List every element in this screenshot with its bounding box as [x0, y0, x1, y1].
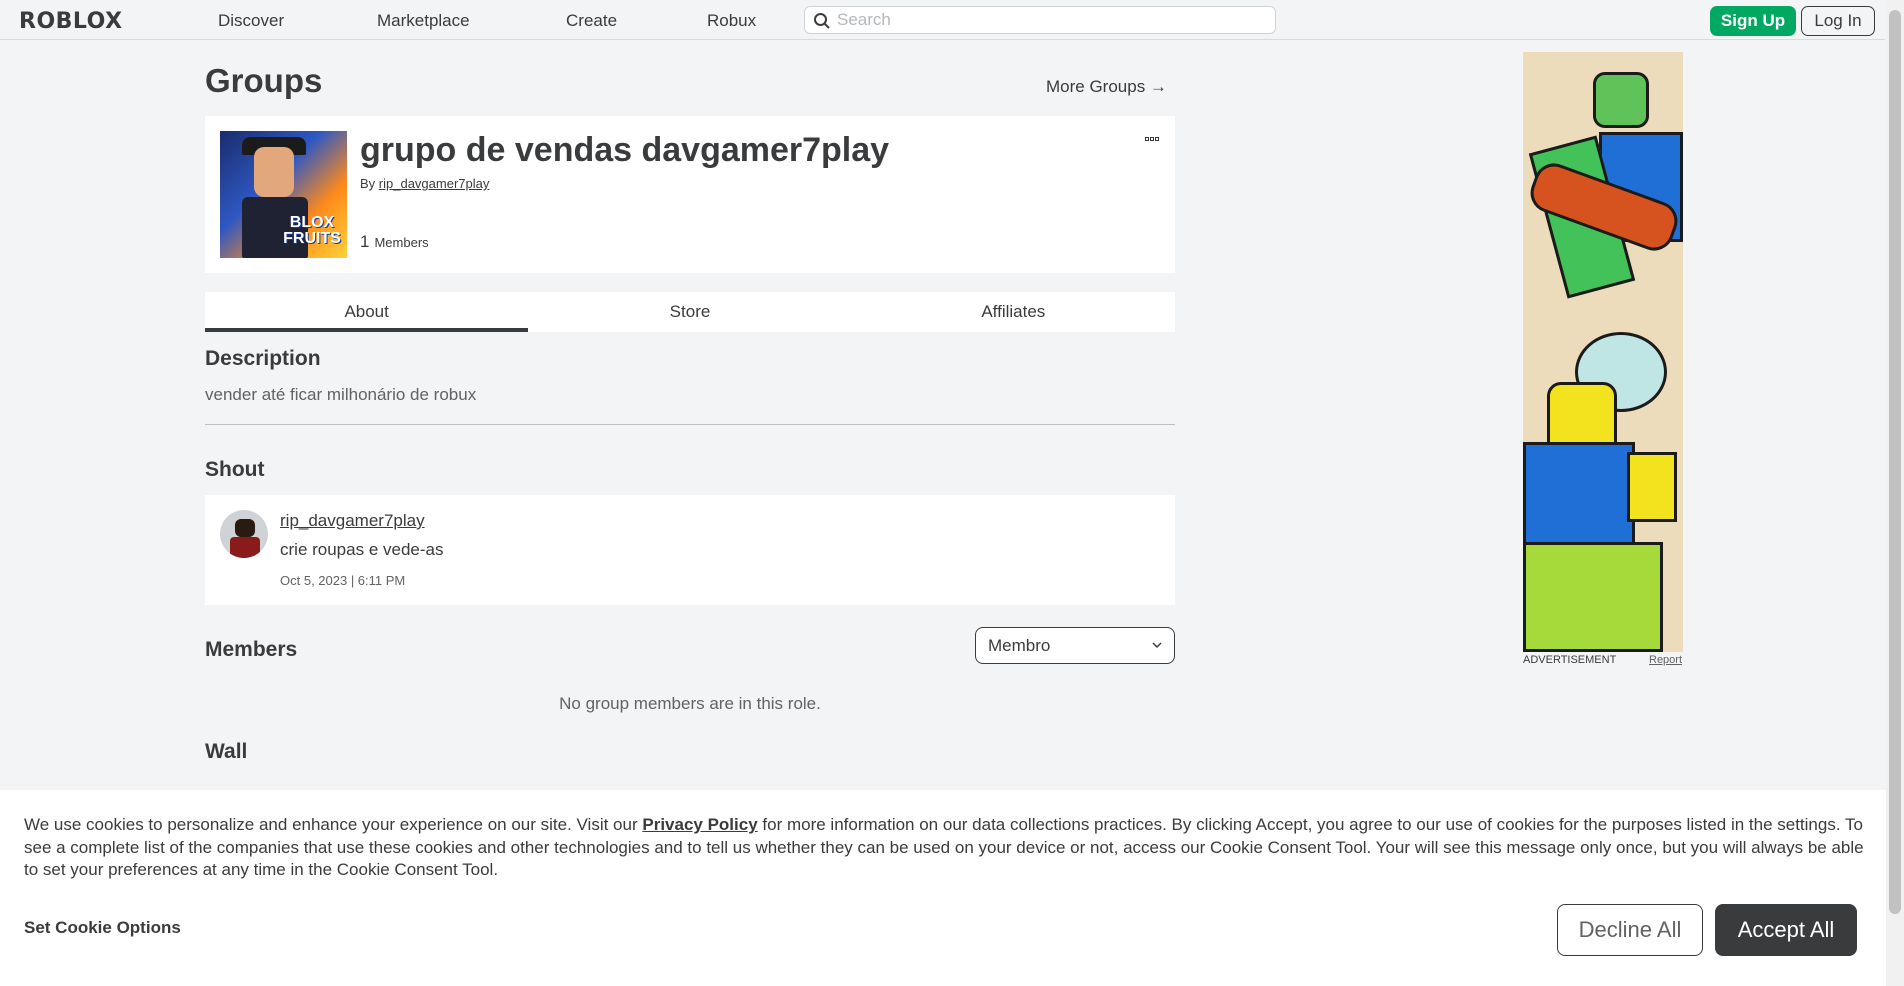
member-count-value: 1 — [360, 232, 370, 251]
shout-timestamp: Oct 5, 2023 | 6:11 PM — [280, 573, 406, 588]
no-members-message: No group members are in this role. — [559, 694, 821, 713]
group-tabs: About Store Affiliates — [205, 292, 1175, 332]
description-text: vender até ficar milhonário de robux — [205, 385, 477, 404]
description-title: Description — [205, 347, 321, 370]
wall-title: Wall — [205, 740, 248, 763]
shout-body: crie roupas e vede-as — [280, 540, 444, 559]
group-owner-link[interactable]: rip_davgamer7play — [379, 176, 490, 191]
ad-blue-torso-shape — [1523, 442, 1635, 552]
more-groups-link[interactable]: More Groups → — [1046, 77, 1167, 97]
accept-all-button[interactable]: Accept All — [1715, 904, 1857, 956]
group-member-count: 1 Members — [360, 232, 429, 252]
nav-create[interactable]: Create — [566, 11, 617, 31]
members-title: Members — [205, 638, 298, 661]
shout-title: Shout — [205, 458, 265, 481]
thumbnail-logo-text: BLOX FRUITS — [283, 214, 341, 247]
roblox-logo[interactable]: ROBLOX — [19, 9, 123, 34]
top-navigation-bar: ROBLOX Discover Marketplace Create Robux… — [0, 0, 1885, 40]
section-divider — [205, 424, 1175, 425]
page-title: Groups — [205, 62, 323, 99]
ad-zombie-head-shape — [1593, 72, 1649, 128]
search-box[interactable] — [804, 6, 1276, 34]
member-count-label: Members — [374, 235, 429, 250]
group-header-card: BLOX FRUITS grupo de vendas davgamer7pla… — [205, 116, 1175, 273]
tab-store[interactable]: Store — [528, 292, 851, 332]
scrollbar-thumb[interactable] — [1889, 10, 1901, 914]
chevron-down-icon — [1151, 638, 1163, 656]
ad-report-link[interactable]: Report — [1649, 654, 1682, 666]
privacy-policy-link[interactable]: Privacy Policy — [642, 815, 757, 834]
page-scrollbar[interactable] — [1886, 0, 1904, 986]
advertisement-label: ADVERTISEMENT — [1523, 654, 1617, 666]
avatar-torso-shape — [230, 537, 260, 558]
group-owner-line: By rip_davgamer7play — [360, 176, 489, 191]
role-dropdown[interactable]: Membro — [975, 627, 1175, 664]
sign-up-button[interactable]: Sign Up — [1710, 6, 1796, 36]
more-options-icon[interactable] — [1145, 128, 1160, 144]
nav-discover[interactable]: Discover — [218, 11, 284, 31]
cookie-consent-banner: We use cookies to personalize and enhanc… — [0, 790, 1886, 986]
search-input[interactable] — [837, 9, 1267, 31]
tab-about[interactable]: About — [205, 292, 529, 332]
cookie-text-before: We use cookies to personalize and enhanc… — [24, 815, 643, 834]
tab-affiliates[interactable]: Affiliates — [852, 292, 1175, 332]
role-selected-value: Membro — [988, 636, 1051, 655]
group-name: grupo de vendas davgamer7play — [360, 131, 890, 169]
by-prefix: By — [360, 176, 376, 191]
log-in-button[interactable]: Log In — [1801, 6, 1875, 36]
avatar-head-shape — [235, 519, 255, 537]
advertisement-banner[interactable] — [1523, 52, 1683, 652]
ad-green-legs-shape — [1523, 542, 1663, 652]
cookie-text: We use cookies to personalize and enhanc… — [24, 814, 1864, 882]
avatar[interactable] — [220, 510, 268, 558]
nav-marketplace[interactable]: Marketplace — [377, 11, 470, 31]
ad-yellow-arm-shape — [1627, 452, 1677, 522]
set-cookie-options-link[interactable]: Set Cookie Options — [24, 918, 181, 938]
thumbnail-face-shape — [254, 147, 294, 197]
shout-user-link[interactable]: rip_davgamer7play — [280, 511, 425, 531]
decline-all-button[interactable]: Decline All — [1557, 904, 1703, 956]
nav-robux[interactable]: Robux — [707, 11, 756, 31]
group-thumbnail: BLOX FRUITS — [220, 131, 347, 258]
search-icon — [813, 12, 831, 35]
shout-card: rip_davgamer7play crie roupas e vede-as … — [205, 495, 1175, 605]
